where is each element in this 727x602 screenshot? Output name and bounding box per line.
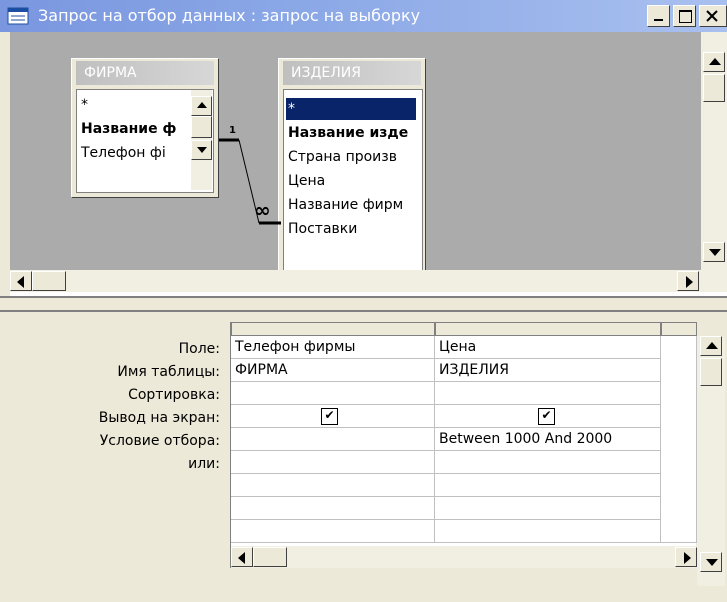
upper-horizontal-scrollbar[interactable] bbox=[10, 270, 701, 292]
title-bar[interactable]: Запрос на отбор данных : запрос на выбор… bbox=[0, 0, 727, 32]
scroll-thumb[interactable] bbox=[700, 358, 722, 386]
scroll-down-button[interactable] bbox=[703, 242, 725, 262]
scroll-down-button[interactable] bbox=[700, 552, 722, 572]
grid-empty-cell[interactable] bbox=[435, 474, 661, 497]
scroll-right-button[interactable] bbox=[675, 547, 697, 567]
table-izdeliya[interactable]: ИЗДЕЛИЯ * Название изде Страна произв Це… bbox=[278, 58, 426, 284]
scroll-left-button[interactable] bbox=[231, 547, 253, 567]
grid-empty-cell[interactable] bbox=[231, 497, 435, 520]
relationship-many-label: ∞ bbox=[254, 198, 271, 222]
close-icon bbox=[706, 10, 718, 22]
row-label-field: Поле: bbox=[178, 341, 220, 357]
grid-or-cell[interactable] bbox=[231, 451, 435, 474]
scroll-left-button[interactable] bbox=[10, 271, 32, 291]
table-izdeliya-field-list[interactable]: * Название изде Страна произв Цена Назва… bbox=[283, 89, 423, 279]
grid-horizontal-scrollbar[interactable] bbox=[231, 546, 697, 568]
upper-vertical-scrollbar[interactable] bbox=[701, 32, 727, 292]
grid-table-cell[interactable]: ФИРМА bbox=[231, 359, 435, 382]
show-checkbox[interactable]: ✔ bbox=[321, 408, 338, 425]
window-title: Запрос на отбор данных : запрос на выбор… bbox=[38, 6, 421, 25]
grid-columns[interactable]: Телефон фирмы ФИРМА ✔ Цена ИЗДЕЛИЯ ✔ Bet… bbox=[230, 322, 697, 568]
field-list-item[interactable]: Страна произв bbox=[288, 146, 397, 168]
maximize-button[interactable] bbox=[673, 5, 696, 27]
pane-splitter[interactable] bbox=[0, 296, 727, 312]
arrow-left-icon bbox=[238, 552, 245, 564]
column-selector[interactable] bbox=[661, 322, 697, 336]
arrow-down-icon bbox=[709, 249, 721, 256]
grid-or-cell[interactable] bbox=[435, 451, 661, 474]
field-list-item[interactable]: Телефон фі bbox=[81, 142, 166, 164]
arrow-down-icon bbox=[706, 559, 718, 566]
arrow-down-icon bbox=[197, 147, 207, 153]
relationship-line[interactable] bbox=[219, 120, 281, 230]
scroll-up-button[interactable] bbox=[191, 96, 212, 116]
query-design-grid[interactable]: Поле: Имя таблицы: Сортировка: Вывод на … bbox=[0, 312, 727, 602]
field-list-item[interactable]: * bbox=[81, 94, 88, 116]
column-selector[interactable] bbox=[231, 322, 435, 336]
scroll-thumb[interactable] bbox=[191, 116, 212, 138]
grid-field-cell[interactable]: Телефон фирмы bbox=[231, 336, 435, 359]
scroll-up-button[interactable] bbox=[703, 52, 725, 72]
arrow-up-icon bbox=[709, 58, 721, 65]
arrow-up-icon bbox=[706, 342, 718, 349]
table-izdeliya-title[interactable]: ИЗДЕЛИЯ bbox=[283, 61, 421, 85]
grid-table-cell[interactable]: ИЗДЕЛИЯ bbox=[435, 359, 661, 382]
column-selector[interactable] bbox=[435, 322, 661, 336]
arrow-right-icon bbox=[684, 552, 691, 564]
checkmark-icon: ✔ bbox=[541, 408, 552, 422]
arrow-up-icon bbox=[197, 102, 207, 108]
field-list-item[interactable]: Название фирм bbox=[288, 194, 403, 216]
grid-criteria-cell[interactable]: Between 1000 And 2000 bbox=[435, 428, 661, 451]
field-list-item[interactable]: Поставки bbox=[288, 218, 357, 240]
table-firma-scrollbar[interactable] bbox=[191, 90, 212, 190]
maximize-icon bbox=[679, 10, 692, 23]
show-checkbox[interactable]: ✔ bbox=[538, 408, 555, 425]
grid-sort-cell[interactable] bbox=[231, 382, 435, 405]
grid-vertical-scrollbar[interactable] bbox=[697, 336, 725, 586]
row-label-or: или: bbox=[188, 456, 220, 472]
scroll-thumb[interactable] bbox=[32, 271, 66, 291]
grid-empty-column[interactable] bbox=[661, 336, 697, 543]
grid-criteria-cell[interactable] bbox=[231, 428, 435, 451]
row-label-show: Вывод на экран: bbox=[98, 410, 220, 426]
scroll-thumb[interactable] bbox=[703, 74, 725, 102]
table-pane[interactable]: ФИРМА * Название ф Телефон фі ИЗДЕЛИЯ * … bbox=[10, 32, 701, 292]
scroll-thumb[interactable] bbox=[253, 547, 287, 567]
table-firma-title[interactable]: ФИРМА bbox=[76, 61, 214, 85]
scroll-right-button[interactable] bbox=[677, 271, 699, 291]
row-label-sort: Сортировка: bbox=[128, 387, 220, 403]
minimize-button[interactable] bbox=[647, 5, 670, 27]
arrow-right-icon bbox=[686, 276, 693, 288]
minimize-icon bbox=[654, 19, 663, 21]
scroll-up-button[interactable] bbox=[700, 336, 722, 356]
table-firma[interactable]: ФИРМА * Название ф Телефон фі bbox=[71, 58, 219, 198]
relationship-one-label: 1 bbox=[229, 125, 236, 136]
grid-show-cell[interactable]: ✔ bbox=[231, 405, 435, 428]
scroll-down-button[interactable] bbox=[191, 140, 212, 160]
query-window-icon bbox=[7, 7, 29, 25]
grid-empty-cell[interactable] bbox=[231, 474, 435, 497]
grid-show-cell[interactable]: ✔ bbox=[435, 405, 661, 428]
row-label-criteria: Условие отбора: bbox=[99, 433, 220, 449]
field-list-item[interactable]: Название ф bbox=[81, 118, 176, 140]
field-list-item-selected[interactable]: * bbox=[285, 97, 417, 121]
field-list-item[interactable]: Название изде bbox=[288, 122, 408, 144]
table-firma-field-list[interactable]: * Название ф Телефон фі bbox=[76, 89, 214, 193]
grid-sort-cell[interactable] bbox=[435, 382, 661, 405]
field-list-item[interactable]: Цена bbox=[288, 170, 325, 192]
grid-empty-cell[interactable] bbox=[435, 497, 661, 520]
grid-empty-cell[interactable] bbox=[435, 520, 661, 543]
grid-field-cell[interactable]: Цена bbox=[435, 336, 661, 359]
checkmark-icon: ✔ bbox=[324, 408, 335, 422]
close-button[interactable] bbox=[699, 5, 727, 27]
row-label-table: Имя таблицы: bbox=[117, 364, 220, 380]
arrow-left-icon bbox=[17, 276, 24, 288]
grid-empty-cell[interactable] bbox=[231, 520, 435, 543]
